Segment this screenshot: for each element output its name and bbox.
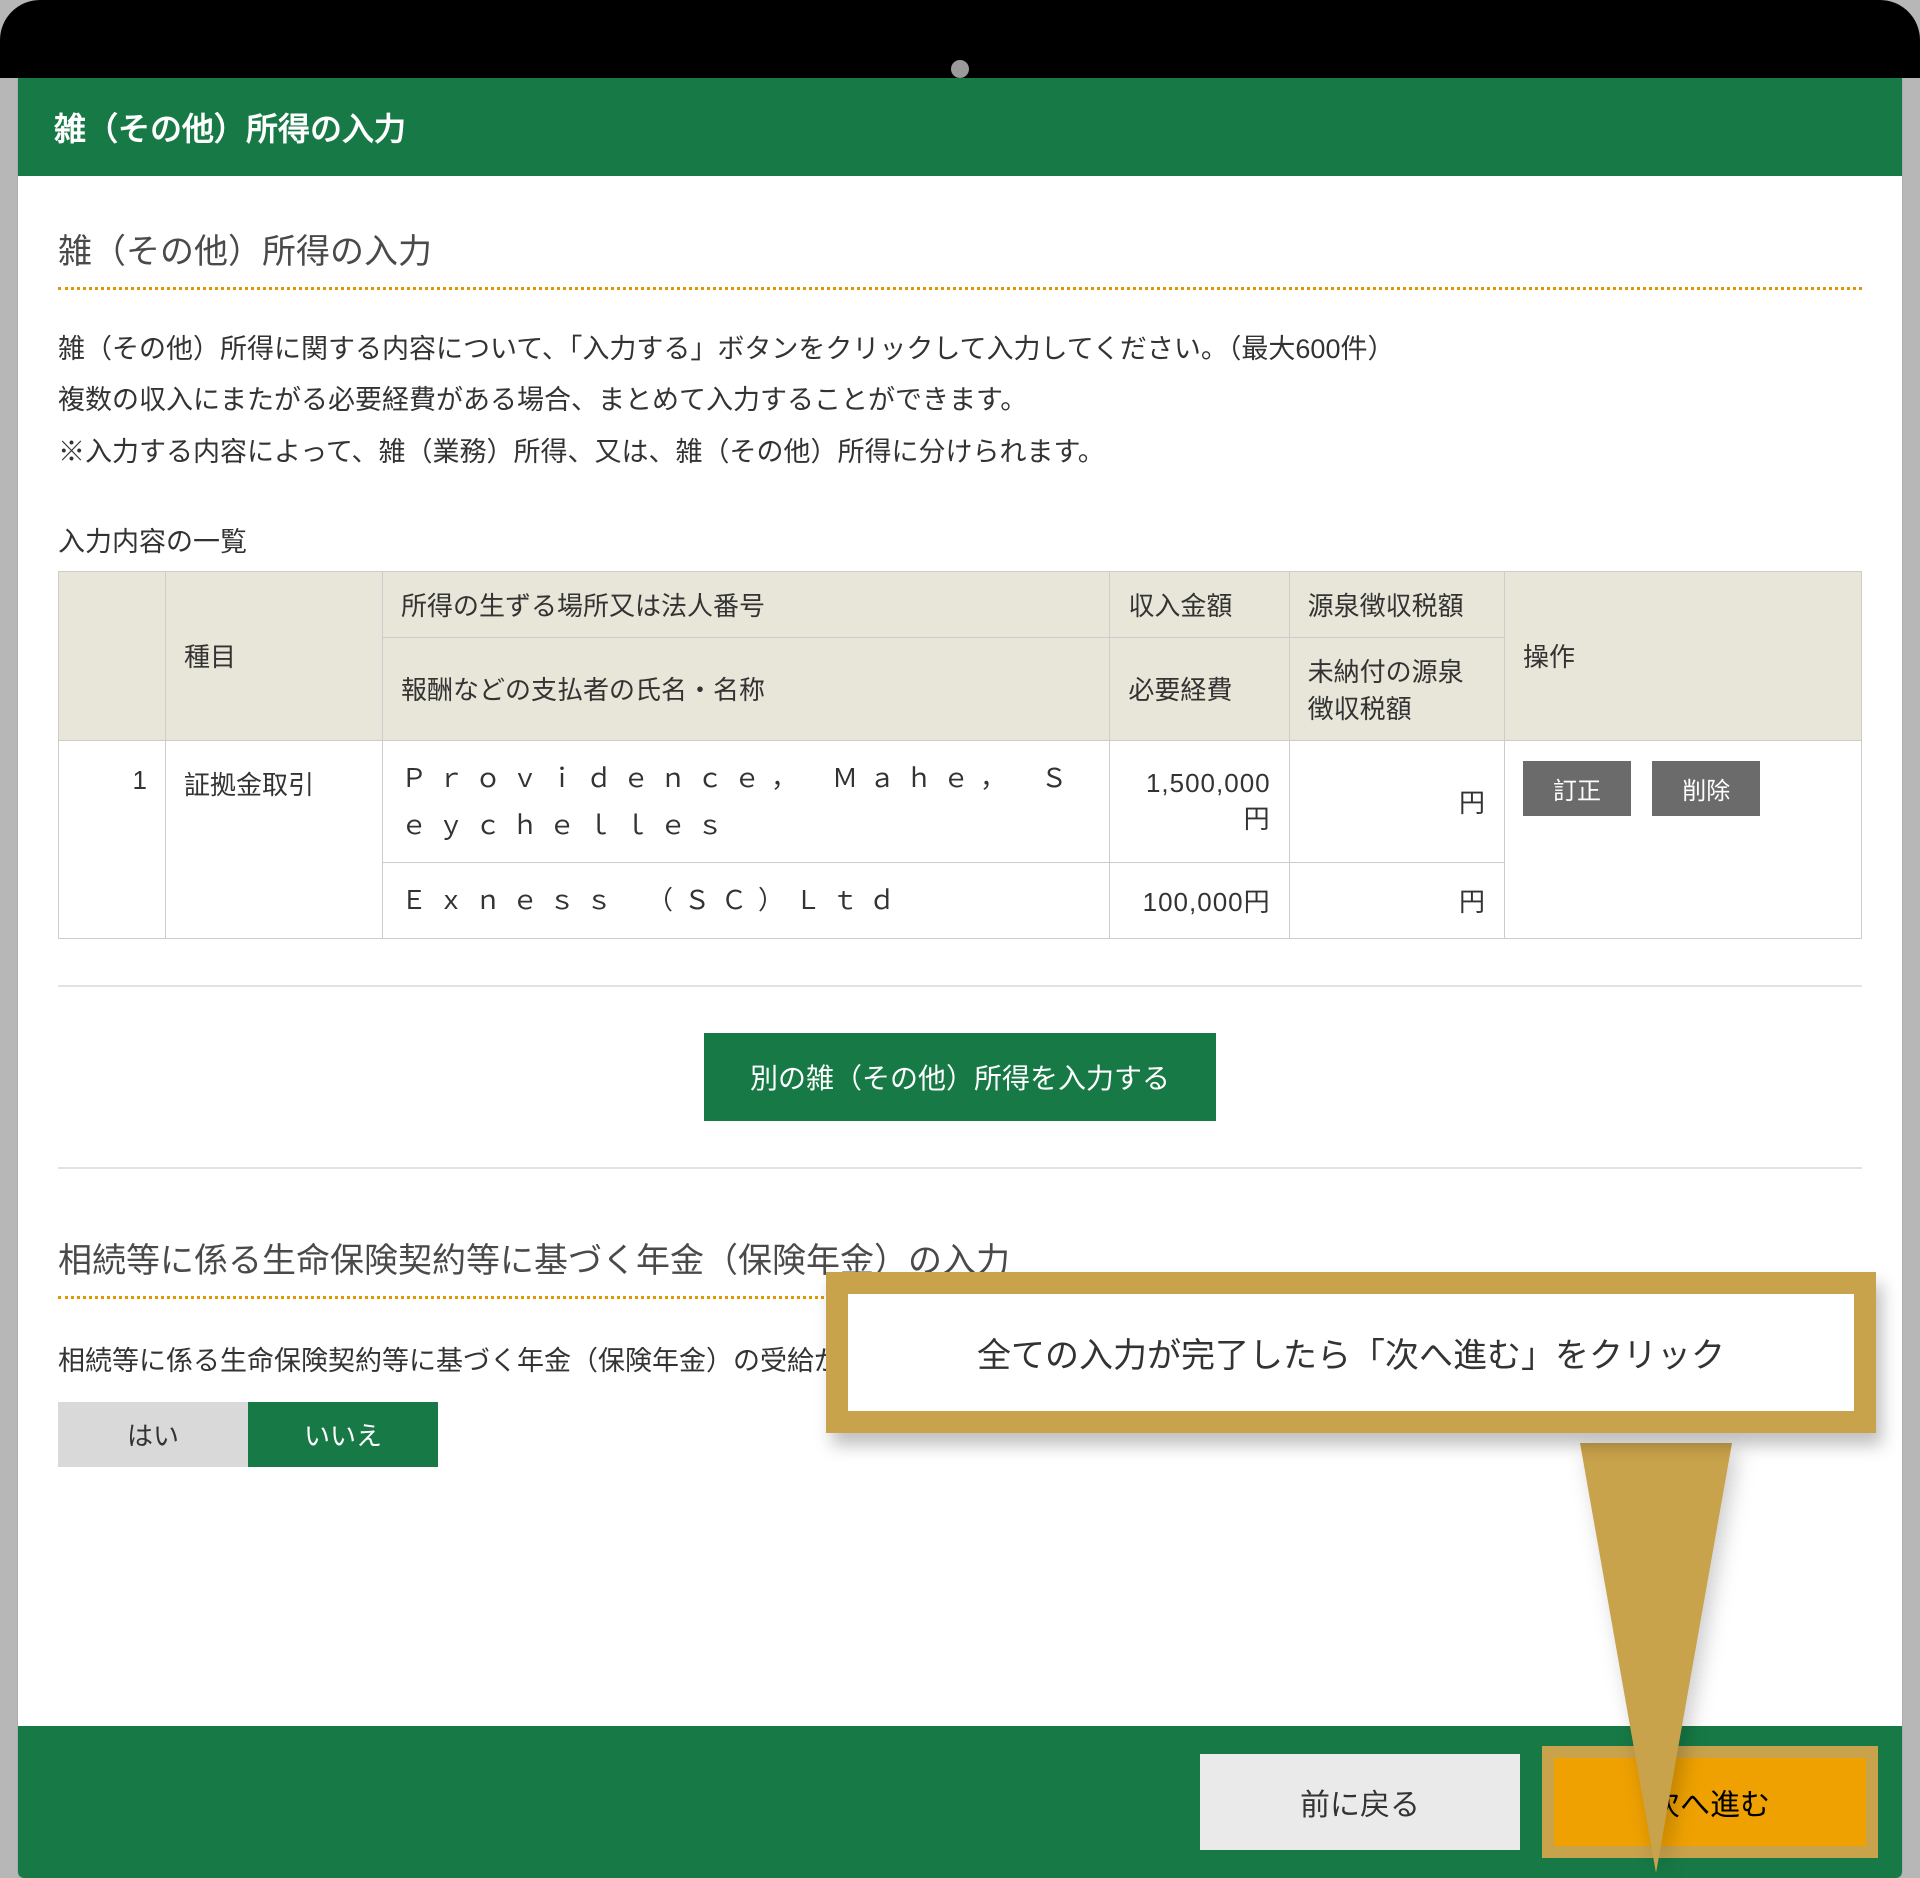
th-income: 収入金額 bbox=[1110, 571, 1289, 637]
app-title: 雑（その他）所得の入力 bbox=[54, 111, 406, 147]
cell-unpaid: 円 bbox=[1289, 863, 1504, 939]
intro-text: 雑（その他）所得に関する内容について、「入力する」ボタンをクリックして入力してく… bbox=[58, 326, 1862, 476]
list-heading: 入力内容の一覧 bbox=[58, 520, 1862, 559]
page-content: 雑（その他）所得の入力 雑（その他）所得に関する内容について、「入力する」ボタン… bbox=[18, 176, 1902, 1878]
hr-divider bbox=[58, 985, 1862, 987]
app-window: 雑（その他）所得の入力 雑（その他）所得の入力 雑（その他）所得に関する内容につ… bbox=[18, 78, 1902, 1878]
intro-line: 複数の収入にまたがる必要経費がある場合、まとめて入力することができます。 bbox=[58, 377, 1862, 424]
th-withholding: 源泉徴収税額 bbox=[1289, 571, 1504, 637]
th-kind: 種目 bbox=[166, 571, 383, 740]
section-divider bbox=[58, 287, 1862, 290]
back-button[interactable]: 前に戻る bbox=[1200, 1754, 1520, 1850]
intro-line: 雑（その他）所得に関する内容について、「入力する」ボタンをクリックして入力してく… bbox=[58, 326, 1862, 373]
income-table: 種目 所得の生ずる場所又は法人番号 収入金額 源泉徴収税額 操作 報酬などの支払… bbox=[58, 571, 1862, 939]
th-expense: 必要経費 bbox=[1110, 637, 1289, 740]
edit-button[interactable]: 訂正 bbox=[1523, 761, 1631, 816]
callout-arrow-icon bbox=[1580, 1443, 1732, 1873]
cell-payer: Ｅｘｎｅｓｓ （ＳＣ）Ｌｔｄ bbox=[383, 863, 1110, 939]
app-header: 雑（その他）所得の入力 bbox=[18, 78, 1902, 176]
add-another-income-button[interactable]: 別の雑（その他）所得を入力する bbox=[704, 1033, 1216, 1121]
hr-divider bbox=[58, 1167, 1862, 1169]
intro-line: ※入力する内容によって、雑（業務）所得、又は、雑（その他）所得に分けられます。 bbox=[58, 429, 1862, 476]
section-title-misc-income: 雑（その他）所得の入力 bbox=[58, 224, 1862, 273]
answer-yes-button[interactable]: はい bbox=[58, 1402, 248, 1467]
answer-no-button[interactable]: いいえ bbox=[248, 1402, 438, 1467]
table-row: 1 証拠金取引 Ｐｒｏｖｉｄｅｎｃｅ， Ｍａｈｅ， Ｓｅｙｃｈｅｌｌｅｓ 1,5… bbox=[59, 740, 1862, 863]
callout-text: 全ての入力が完了したら「次へ進む」をクリック bbox=[977, 1337, 1725, 1375]
th-payer: 報酬などの支払者の氏名・名称 bbox=[383, 637, 1110, 740]
th-unpaid: 未納付の源泉徴収税額 bbox=[1289, 637, 1504, 740]
delete-button[interactable]: 削除 bbox=[1652, 761, 1760, 816]
device-camera-dot bbox=[951, 60, 969, 78]
cell-place: Ｐｒｏｖｉｄｅｎｃｅ， Ｍａｈｅ， Ｓｅｙｃｈｅｌｌｅｓ bbox=[383, 740, 1110, 863]
cell-withholding: 円 bbox=[1289, 740, 1504, 863]
cell-actions: 訂正 削除 bbox=[1505, 740, 1862, 938]
instruction-callout: 全ての入力が完了したら「次へ進む」をクリック bbox=[826, 1272, 1876, 1433]
cell-row-number: 1 bbox=[59, 740, 166, 938]
th-actions: 操作 bbox=[1505, 571, 1862, 740]
th-blank bbox=[59, 571, 166, 740]
cell-income: 1,500,000円 bbox=[1110, 740, 1289, 863]
cell-kind: 証拠金取引 bbox=[166, 740, 383, 938]
device-frame: 雑（その他）所得の入力 雑（その他）所得の入力 雑（その他）所得に関する内容につ… bbox=[0, 0, 1920, 1878]
cell-expense: 100,000円 bbox=[1110, 863, 1289, 939]
th-place: 所得の生ずる場所又は法人番号 bbox=[383, 571, 1110, 637]
